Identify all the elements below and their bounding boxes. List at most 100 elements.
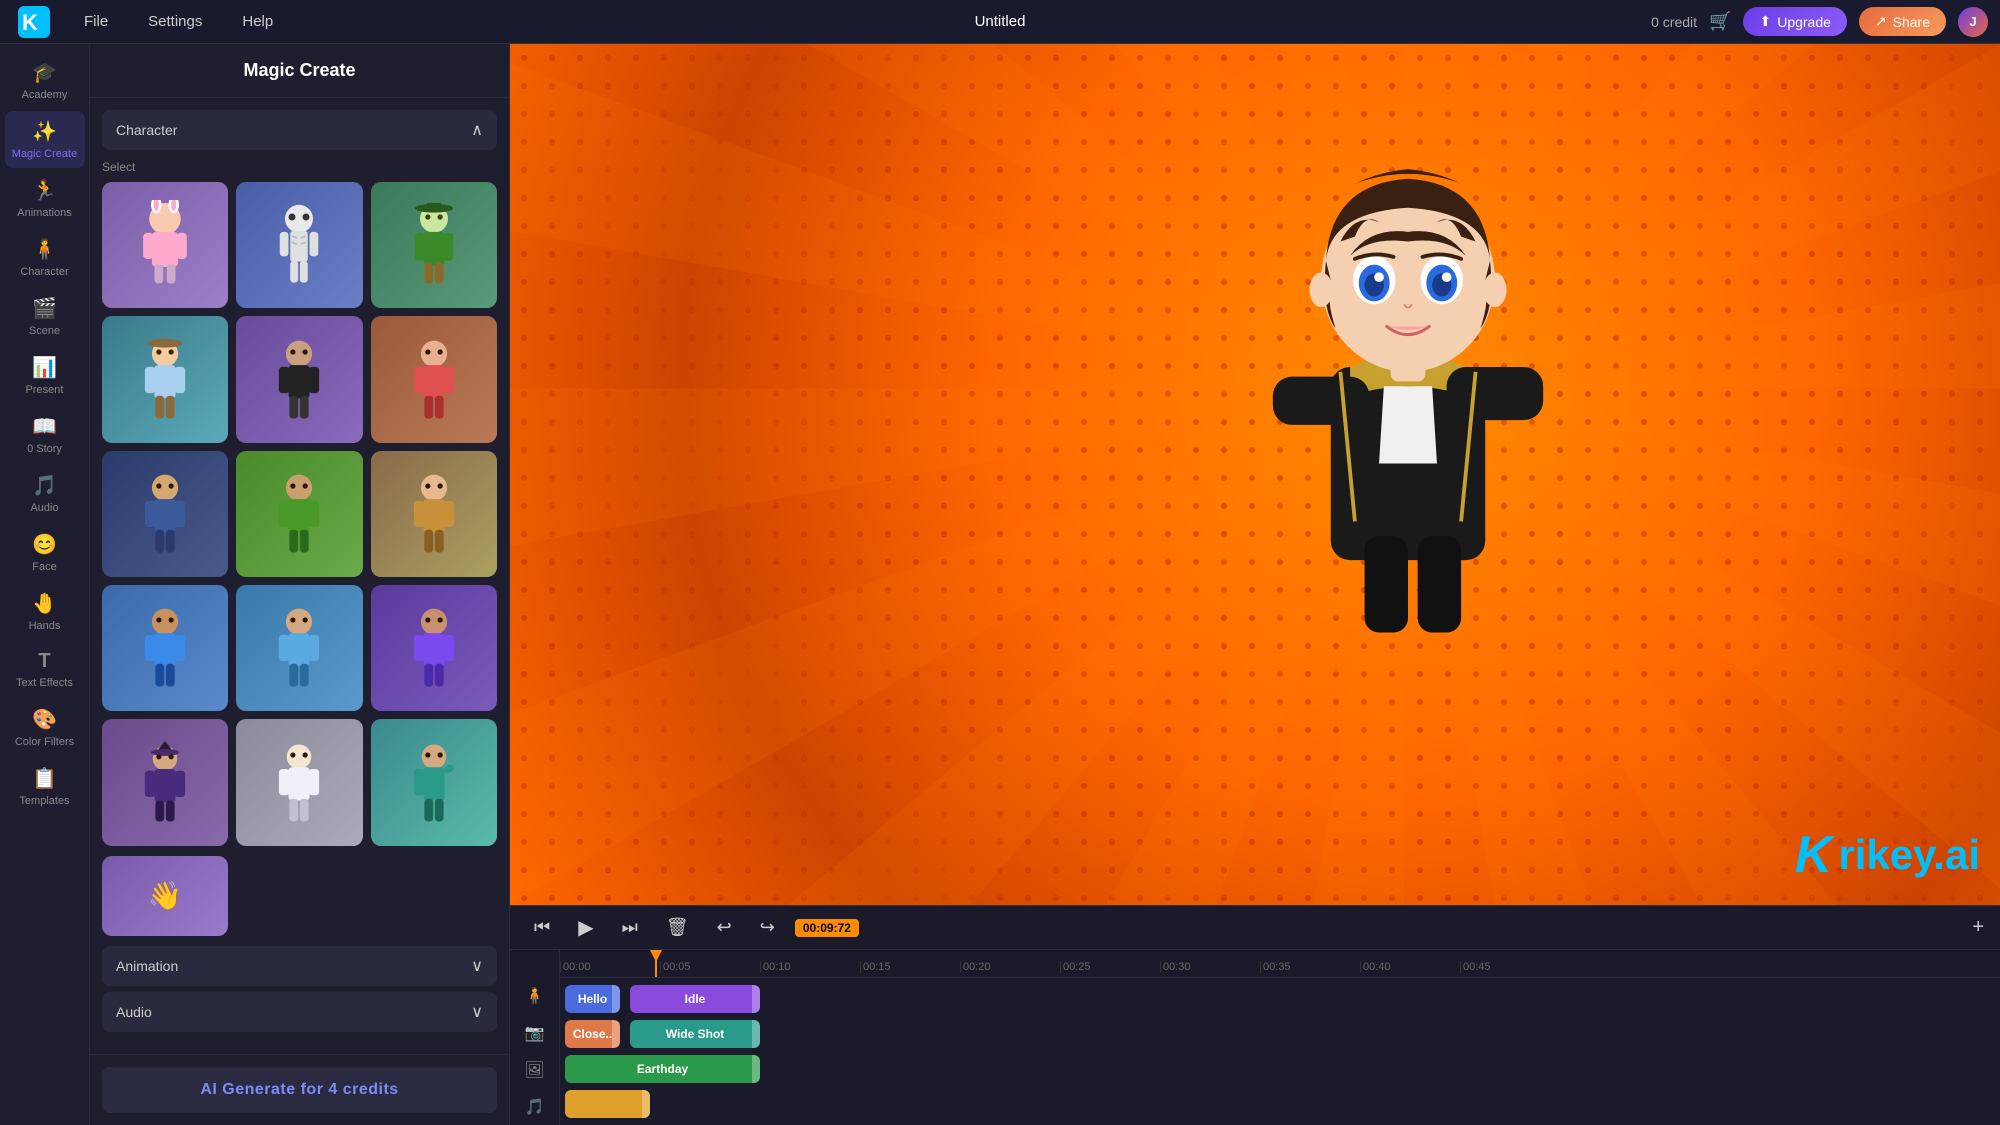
sidebar-item-label-audio: Audio <box>30 502 58 514</box>
sidebar-item-scene[interactable]: 🎬 Scene <box>5 288 85 345</box>
camera-track-icon[interactable]: 📷 <box>510 1015 559 1052</box>
character-icon: 🧍 <box>32 237 57 262</box>
sidebar-item-story[interactable]: 📖 0 Story <box>5 406 85 463</box>
character-card-16[interactable]: 👋 <box>102 856 228 936</box>
person-track-icon[interactable]: 🧍 <box>510 978 559 1015</box>
sidebar-item-character[interactable]: 🧍 Character <box>5 229 85 286</box>
audio-clip[interactable] <box>565 1090 650 1118</box>
ai-generate-button[interactable]: AI Generate for 4 credits <box>102 1067 497 1113</box>
panel-content: Character ∧ Select <box>90 98 509 1054</box>
svg-text:K: K <box>22 10 38 35</box>
hello-clip-handle[interactable] <box>612 985 620 1013</box>
character-figure-8 <box>236 451 362 577</box>
idle-clip-handle[interactable] <box>752 985 760 1013</box>
idle-clip[interactable]: Idle <box>630 985 760 1013</box>
character-card-3[interactable] <box>371 182 497 308</box>
timeline-track-icons: 🧍 📷 🖼 🎵 <box>510 950 560 1125</box>
sidebar-item-text-effects[interactable]: T Text Effects <box>5 642 85 697</box>
sidebar-item-color-filters[interactable]: 🎨 Color Filters <box>5 699 85 756</box>
character-card-9[interactable] <box>371 451 497 577</box>
character-figure-15 <box>371 719 497 845</box>
character-card-14[interactable] <box>236 719 362 845</box>
settings-menu[interactable]: Settings <box>128 0 222 44</box>
audio-section-header[interactable]: Audio ∨ <box>102 992 497 1032</box>
scene-track-icon[interactable]: 🖼 <box>510 1052 559 1089</box>
sidebar-item-label-present: Present <box>26 384 64 396</box>
character-section-header[interactable]: Character ∧ <box>102 110 497 150</box>
character-card-5[interactable] <box>236 316 362 442</box>
character-card-8[interactable] <box>236 451 362 577</box>
krikey-brand-text: rikey.ai <box>1838 831 1980 879</box>
character-card-1[interactable] <box>102 182 228 308</box>
camera-track-row: Close.. Wide Shot <box>560 1017 2000 1050</box>
character-card-4[interactable] <box>102 316 228 442</box>
sidebar-item-present[interactable]: 📊 Present <box>5 347 85 404</box>
redo-button[interactable]: ↪ <box>752 913 783 942</box>
sidebar-item-label-animations: Animations <box>17 207 71 219</box>
krikey-k: K <box>1795 825 1833 885</box>
hello-clip[interactable]: Hello <box>565 985 620 1013</box>
text-effects-icon: T <box>38 650 50 673</box>
character-card-15[interactable] <box>371 719 497 845</box>
animation-section-label: Animation <box>116 958 178 974</box>
cart-icon[interactable]: 🛒 <box>1709 11 1731 32</box>
character-card-13[interactable] <box>102 719 228 845</box>
play-button[interactable]: ▶ <box>570 911 601 944</box>
character-card-7[interactable] <box>102 451 228 577</box>
file-menu[interactable]: File <box>64 0 128 44</box>
skip-forward-button[interactable]: ⏭ <box>614 913 646 942</box>
character-figure-1 <box>102 182 228 308</box>
character-card-2[interactable] <box>236 182 362 308</box>
wideshot-clip[interactable]: Wide Shot <box>630 1020 760 1048</box>
character-figure-3 <box>371 182 497 308</box>
sidebar-item-magic-create[interactable]: ✨ Magic Create <box>5 111 85 168</box>
add-track-button[interactable]: + <box>1972 916 1984 939</box>
ruler-mark-10: 00:10 <box>760 961 860 973</box>
sidebar-item-label-color-filters: Color Filters <box>15 736 74 748</box>
krikey-watermark: K rikey.ai <box>1795 825 1980 885</box>
character-figure-7 <box>102 451 228 577</box>
sidebar-item-face[interactable]: 😊 Face <box>5 524 85 581</box>
wideshot-clip-handle[interactable] <box>752 1020 760 1048</box>
audio-chevron-icon: ∨ <box>471 1002 483 1022</box>
character-card-11[interactable] <box>236 585 362 711</box>
upgrade-icon: ⬆ <box>1759 13 1771 30</box>
scene-track-row: Earthday <box>560 1053 2000 1086</box>
sidebar-item-audio[interactable]: 🎵 Audio <box>5 465 85 522</box>
undo-button[interactable]: ↩ <box>709 913 740 942</box>
magic-panel-footer: AI Generate for 4 credits <box>90 1054 509 1125</box>
help-menu[interactable]: Help <box>222 0 293 44</box>
ruler-mark-20: 00:20 <box>960 961 1060 973</box>
upgrade-button[interactable]: ⬆ Upgrade <box>1743 7 1846 36</box>
color-filters-icon: 🎨 <box>32 707 57 732</box>
animation-section-header[interactable]: Animation ∨ <box>102 946 497 986</box>
present-icon: 📊 <box>32 355 57 380</box>
character-card-6[interactable] <box>371 316 497 442</box>
character-display <box>1188 87 1628 647</box>
skip-back-button[interactable]: ⏮ <box>526 913 558 942</box>
character-figure-4 <box>102 316 228 442</box>
sidebar-item-templates[interactable]: 📋 Templates <box>5 758 85 815</box>
app-logo[interactable]: K <box>12 0 56 44</box>
audio-track-icon[interactable]: 🎵 <box>510 1088 559 1125</box>
audio-section-label: Audio <box>116 1004 152 1020</box>
ruler-mark-45: 00:45 <box>1460 961 1560 973</box>
character-card-10[interactable] <box>102 585 228 711</box>
closeup-clip[interactable]: Close.. <box>565 1020 620 1048</box>
earthday-clip[interactable]: Earthday <box>565 1055 760 1083</box>
share-button[interactable]: ↗ Share <box>1859 7 1946 36</box>
earthday-clip-handle[interactable] <box>752 1055 760 1083</box>
select-label: Select <box>102 160 497 174</box>
audio-clip-handle[interactable] <box>642 1090 650 1118</box>
character-card-12[interactable] <box>371 585 497 711</box>
sidebar-item-animations[interactable]: 🏃 Animations <box>5 170 85 227</box>
user-avatar[interactable]: J <box>1958 7 1988 37</box>
sidebar-item-academy[interactable]: 🎓 Academy <box>5 52 85 109</box>
closeup-clip-handle[interactable] <box>612 1020 620 1048</box>
sidebar-item-hands[interactable]: 🤚 Hands <box>5 583 85 640</box>
character-figure-11 <box>236 585 362 711</box>
character-figure-16: 👋 <box>102 856 228 936</box>
character-section-label: Character <box>116 122 177 138</box>
delete-button[interactable]: 🗑 <box>658 913 697 942</box>
playhead[interactable] <box>655 950 657 977</box>
